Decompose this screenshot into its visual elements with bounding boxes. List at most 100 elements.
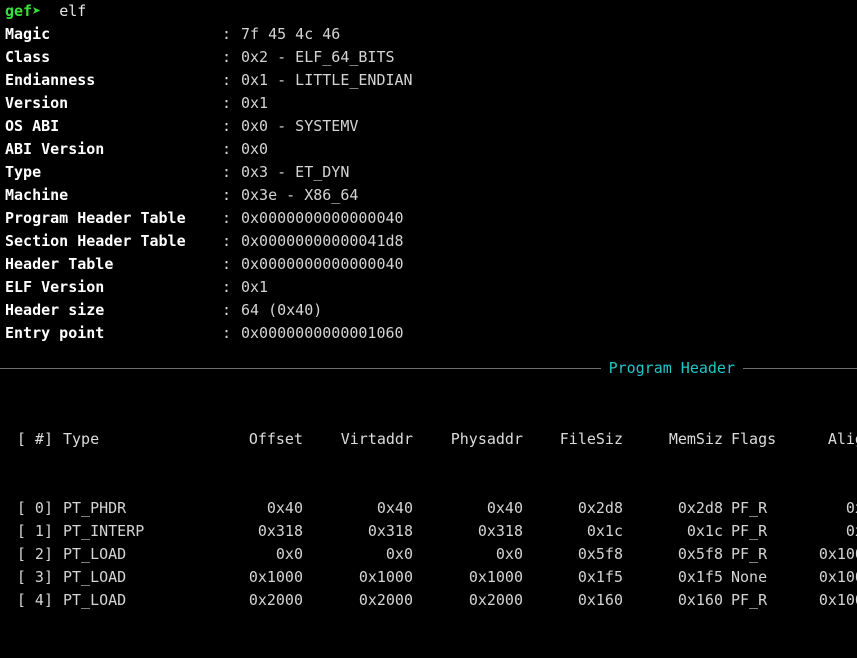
- cell-physaddr: 0x1000: [468, 568, 523, 586]
- table-row: [ 2] PT_LOAD 0x0 0x0 0x0 0x5f8 0x5f8 PF_R 0x1000: [0, 543, 857, 566]
- elf-info-row: ABI Version:0x0: [0, 138, 857, 161]
- elf-info-separator: :: [222, 232, 232, 250]
- elf-info-value: 7f 45 4c 46: [241, 25, 341, 43]
- elf-info-separator: :: [222, 48, 232, 66]
- elf-info-separator: :: [222, 71, 232, 89]
- elf-info-label: Type: [5, 163, 42, 181]
- cell-offset: 0x2000: [248, 591, 303, 609]
- column-header-physaddr: Physaddr: [450, 430, 523, 448]
- elf-info-row: Magic:7f 45 4c 46: [0, 23, 857, 46]
- cell-offset: 0x0: [275, 545, 303, 563]
- column-header-index: [ #]: [16, 430, 53, 448]
- elf-info-separator: :: [222, 117, 232, 135]
- elf-info-row: Version:0x1: [0, 92, 857, 115]
- cell-align: 0x1000: [818, 568, 857, 586]
- elf-info-label: Program Header Table: [5, 209, 186, 227]
- table-header-row: [ #] Type Offset Virtaddr Physaddr FileSiz Mem…: [0, 428, 857, 451]
- cell-align: 0x8: [845, 499, 857, 517]
- command-value: elf: [59, 2, 87, 20]
- elf-info-label: Header size: [5, 301, 105, 319]
- cell-physaddr: 0x40: [486, 499, 523, 517]
- cell-offset: 0x1000: [248, 568, 303, 586]
- elf-info-value: 0x0: [241, 140, 269, 158]
- cell-index: [ 4]: [16, 591, 53, 609]
- column-header-align: Align: [827, 430, 857, 448]
- cell-virtaddr: 0x1000: [358, 568, 413, 586]
- cell-memsiz: 0x1f5: [677, 568, 723, 586]
- prompt-line: gef➤ elf: [0, 0, 857, 23]
- elf-info-separator: :: [222, 324, 232, 342]
- elf-info-separator: :: [222, 186, 232, 204]
- column-header-memsiz: MemSiz: [668, 430, 723, 448]
- elf-info-value: 0x0 - SYSTEMV: [241, 117, 359, 135]
- cell-memsiz: 0x2d8: [677, 499, 723, 517]
- program-header-table: [ #] Type Offset Virtaddr Physaddr FileSiz Mem…: [0, 382, 857, 658]
- elf-info-separator: :: [222, 209, 232, 227]
- elf-info-value: 64 (0x40): [241, 301, 323, 319]
- cell-offset: 0x40: [266, 499, 303, 517]
- cell-flags: None: [731, 568, 768, 586]
- elf-info-label: Header Table: [5, 255, 114, 273]
- table-row: [ 0] PT_PHDR 0x40 0x40 0x40 0x2d8 0x2d8 PF_R 0x8: [0, 497, 857, 520]
- elf-info-row: Program Header Table:0x0000000000000040: [0, 207, 857, 230]
- elf-info-separator: :: [222, 25, 232, 43]
- cell-memsiz: 0x5f8: [677, 545, 723, 563]
- elf-info-label: OS ABI: [5, 117, 60, 135]
- cell-virtaddr: 0x0: [385, 545, 413, 563]
- divider-rule-right: [743, 368, 857, 369]
- column-header-filesiz: FileSiz: [559, 430, 623, 448]
- gef-prompt-label: gef: [5, 2, 33, 20]
- cell-type: PT_LOAD: [63, 568, 127, 586]
- column-header-type: Type: [63, 430, 100, 448]
- elf-info-value: 0x0000000000000040: [241, 255, 404, 273]
- elf-info-value: 0x3 - ET_DYN: [241, 163, 350, 181]
- elf-info-row: ELF Version:0x1: [0, 276, 857, 299]
- elf-info-separator: :: [222, 163, 232, 181]
- cell-filesiz: 0x2d8: [577, 499, 623, 517]
- elf-info-value: 0x1: [241, 278, 269, 296]
- cell-index: [ 3]: [16, 568, 53, 586]
- elf-info-row: Machine:0x3e - X86_64: [0, 184, 857, 207]
- elf-info-separator: :: [222, 278, 232, 296]
- elf-info-value: 0x00000000000041d8: [241, 232, 404, 250]
- cell-index: [ 2]: [16, 545, 53, 563]
- cell-memsiz: 0x160: [677, 591, 723, 609]
- prompt-arrow-icon: ➤: [32, 2, 42, 20]
- column-header-offset: Offset: [248, 430, 303, 448]
- elf-info-value: 0x1 - LITTLE_ENDIAN: [241, 71, 413, 89]
- cell-filesiz: 0x1f5: [577, 568, 623, 586]
- command-text: elf: [41, 2, 86, 20]
- column-header-flags: Flags: [731, 430, 777, 448]
- elf-info-label: Machine: [5, 186, 69, 204]
- program-header-divider: Program Header: [0, 357, 857, 380]
- elf-info-row: Entry point:0x0000000000001060: [0, 322, 857, 345]
- cell-align: 0x1000: [818, 591, 857, 609]
- elf-info-label: Magic: [5, 25, 51, 43]
- elf-info-label: Entry point: [5, 324, 105, 342]
- elf-info-row: Type:0x3 - ET_DYN: [0, 161, 857, 184]
- elf-info-row: Class:0x2 - ELF_64_BITS: [0, 46, 857, 69]
- elf-info-label: Version: [5, 94, 69, 112]
- table-row: [ 4] PT_LOAD 0x2000 0x2000 0x2000 0x160 0x160 P…: [0, 589, 857, 612]
- elf-info-row: Header size:64 (0x40): [0, 299, 857, 322]
- elf-info-row: Header Table:0x0000000000000040: [0, 253, 857, 276]
- elf-info-value: 0x0000000000001060: [241, 324, 404, 342]
- cell-virtaddr: 0x40: [376, 499, 413, 517]
- elf-info-value: 0x0000000000000040: [241, 209, 404, 227]
- elf-info-separator: :: [222, 255, 232, 273]
- terminal-window[interactable]: gef➤ elf Magic:7f 45 4c 46 Class:0x2 - EL…: [0, 0, 857, 609]
- table-row: [ 3] PT_LOAD 0x1000 0x1000 0x1000 0x1f5 0x1f5 N…: [0, 566, 857, 589]
- cell-physaddr: 0x0: [495, 545, 523, 563]
- elf-info-value: 0x3e - X86_64: [241, 186, 359, 204]
- elf-info-separator: :: [222, 140, 232, 158]
- elf-info-row: OS ABI:0x0 - SYSTEMV: [0, 115, 857, 138]
- cell-align: 0x1000: [818, 545, 857, 563]
- elf-info-label: Endianness: [5, 71, 96, 89]
- cell-type: PT_PHDR: [63, 499, 127, 517]
- cell-virtaddr: 0x2000: [358, 591, 413, 609]
- divider-rule-left: [0, 368, 601, 369]
- column-header-virtaddr: Virtaddr: [340, 430, 413, 448]
- elf-info-row: Section Header Table:0x00000000000041d8: [0, 230, 857, 253]
- elf-info-separator: :: [222, 94, 232, 112]
- table-body: [ 0] PT_PHDR 0x40 0x40 0x40 0x2d8 0x2d8 PF_R 0x8…: [0, 497, 857, 612]
